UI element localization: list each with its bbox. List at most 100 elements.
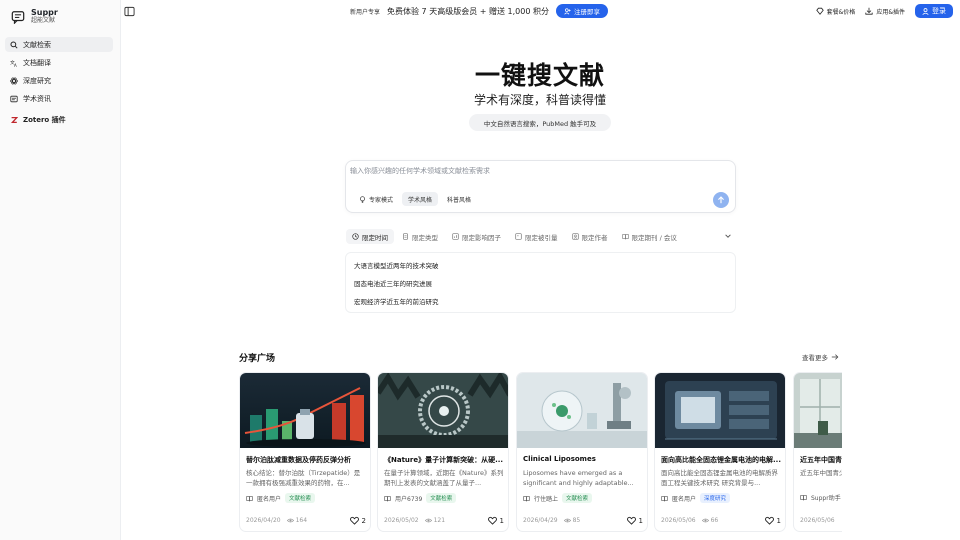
card-image [794, 373, 842, 448]
card-like-count: 1 [776, 516, 781, 525]
brand[interactable]: Suppr 超能文献 [11, 8, 58, 25]
card-tag: 文献检索 [562, 493, 593, 503]
card-meta: Suppr助手 [800, 493, 841, 502]
card-author: Suppr助手 [811, 495, 841, 502]
eye-icon [286, 518, 294, 523]
filter-citations[interactable]: " 限定被引量 [509, 229, 564, 244]
pricing-link[interactable]: 套餐&价格 [815, 7, 855, 16]
eye-icon [424, 518, 432, 523]
suggestion-item[interactable]: 固态电池近三年的研究进展 [346, 274, 735, 292]
card-author: 行住踏上 [534, 495, 559, 503]
chat-logo-icon [11, 10, 25, 24]
page-subtitle: 学术有深度，科普读得懂 [473, 93, 606, 107]
share-card[interactable]: Clinical Liposomes Liposomes have emerge… [516, 372, 648, 532]
share-card[interactable]: 近五年中国青 近五年中国青少年心理健康学研究综述 Suppr助手 2026/05… [793, 372, 842, 532]
card-like-count: 2 [361, 516, 366, 525]
book-icon [384, 495, 391, 501]
eye-icon [701, 518, 709, 523]
card-footer: 2026/05/02 121 1 [384, 516, 504, 525]
card-title: 近五年中国青 [800, 456, 842, 464]
card-date: 2026/05/06 [661, 517, 696, 524]
sidebar-item-zotero[interactable]: Zotero 插件 [5, 112, 113, 127]
card-title: Clinical Liposomes [523, 455, 596, 463]
top-right-actions: 套餐&价格 应用&插件 登录 [815, 4, 953, 18]
sidebar-item-label: 文献检索 [23, 40, 51, 49]
share-card[interactable]: 面向高比能全固态锂金属电池的电解... 面向高比能全固态锂金属电池的电解质界面工… [654, 372, 786, 532]
book-icon [661, 495, 668, 501]
filter-type[interactable]: 限定类型 [396, 229, 444, 244]
send-button[interactable] [713, 192, 729, 208]
apps-label: 应用&插件 [876, 8, 905, 16]
like-button[interactable]: 2 [349, 516, 366, 525]
card-image [655, 373, 785, 448]
book-icon [523, 495, 530, 501]
lightbulb-icon [360, 195, 365, 203]
book-icon [246, 495, 253, 501]
promo-tag: 新用户专享 [350, 8, 381, 16]
clock-icon [352, 233, 359, 240]
card-views: 85 [563, 517, 580, 524]
eye-icon [563, 518, 571, 523]
card-image [240, 373, 370, 448]
card-tag: 文献检索 [426, 493, 457, 503]
suggestion-list: 大语言模型近两年的技术突破 固态电池近三年的研究进展 宏观经济学近五年的前沿研究 [345, 252, 736, 313]
like-button[interactable]: 1 [487, 516, 504, 525]
view-more-link[interactable]: 查看更多 [802, 352, 839, 362]
card-summary: 核心结论：替尔泊肽（Tirzepatide）是一款拥有极强减重效果的药物，在..… [246, 469, 361, 487]
quote-icon: " [515, 233, 522, 240]
mode-popular-science[interactable]: 科普风格 [441, 192, 477, 206]
like-button[interactable]: 1 [626, 516, 643, 525]
sidebar-toggle-icon[interactable] [124, 6, 135, 17]
card-summary: Liposomes have emerged as a significant … [523, 469, 634, 487]
heart-icon [349, 516, 359, 525]
like-button[interactable]: 1 [764, 516, 781, 525]
filter-impact-factor[interactable]: 限定影响因子 [446, 229, 507, 244]
mode-label: 专家模式 [369, 196, 394, 204]
share-card[interactable]: 替尔泊肽减重数据及停药反弹分析 核心结论：替尔泊肽（Tirzepatide）是一… [239, 372, 371, 532]
card-footer: 2026/05/06 [800, 517, 842, 524]
chevron-down-icon[interactable] [724, 232, 732, 240]
filter-author[interactable]: 限定作者 [566, 229, 614, 244]
card-meta: 匿名用户 深度研究 [661, 493, 731, 503]
heart-icon [487, 516, 497, 525]
download-icon [865, 7, 873, 15]
card-tag: 深度研究 [700, 493, 731, 503]
card-image [378, 373, 508, 448]
search-input[interactable] [350, 165, 710, 177]
card-footer: 2026/04/20 164 2 [246, 516, 366, 525]
suggestion-item[interactable]: 大语言模型近两年的技术突破 [346, 256, 735, 274]
card-views: 121 [424, 517, 446, 524]
filter-label: 限定影响因子 [462, 233, 501, 242]
mode-academic[interactable]: 学术风格 [402, 192, 439, 206]
card-image [517, 373, 647, 448]
search-icon [10, 40, 18, 49]
promo-banner: 新用户专享 免费体验 7 天高级版会员 + 赠送 1,000 积分 注册即享 [350, 4, 608, 18]
filter-journal[interactable]: 限定期刊 / 会议 [616, 229, 683, 244]
mode-expert[interactable]: 专家模式 [353, 192, 399, 206]
sidebar-item-search[interactable]: 文献检索 [5, 37, 113, 52]
suggestion-item[interactable]: 宏观经济学近五年的前沿研究 [346, 292, 735, 310]
share-card[interactable]: 《Nature》量子计算新突破：从硬... 在量子计算领域，近期在《Nature… [377, 372, 509, 532]
author-icon [571, 233, 579, 240]
filter-time[interactable]: 限定时间 [346, 229, 394, 244]
card-view-count: 121 [433, 517, 446, 524]
login-label: 登录 [932, 7, 946, 15]
section-title: 分享广场 [239, 354, 276, 364]
card-footer: 2026/05/06 66 1 [661, 516, 781, 525]
card-like-count: 1 [499, 516, 504, 525]
card-footer: 2026/04/29 85 1 [523, 516, 643, 525]
book-icon [621, 234, 629, 240]
apps-link[interactable]: 应用&插件 [865, 7, 905, 16]
brand-name: Suppr [31, 8, 58, 17]
register-button[interactable]: 注册即享 [555, 4, 608, 18]
document-icon [403, 233, 408, 240]
chart-icon [452, 233, 459, 240]
book-icon [800, 495, 807, 501]
card-date: 2026/04/20 [246, 517, 281, 524]
login-button[interactable]: 登录 [915, 4, 953, 18]
arrow-right-icon [831, 354, 839, 360]
filter-bar: 限定时间 限定类型 限定影响因子 " 限定被引量 限定作者 限定期刊 / 会议 [346, 229, 736, 244]
card-view-count: 66 [710, 517, 719, 524]
diamond-icon [815, 7, 824, 15]
heart-icon [764, 516, 774, 525]
